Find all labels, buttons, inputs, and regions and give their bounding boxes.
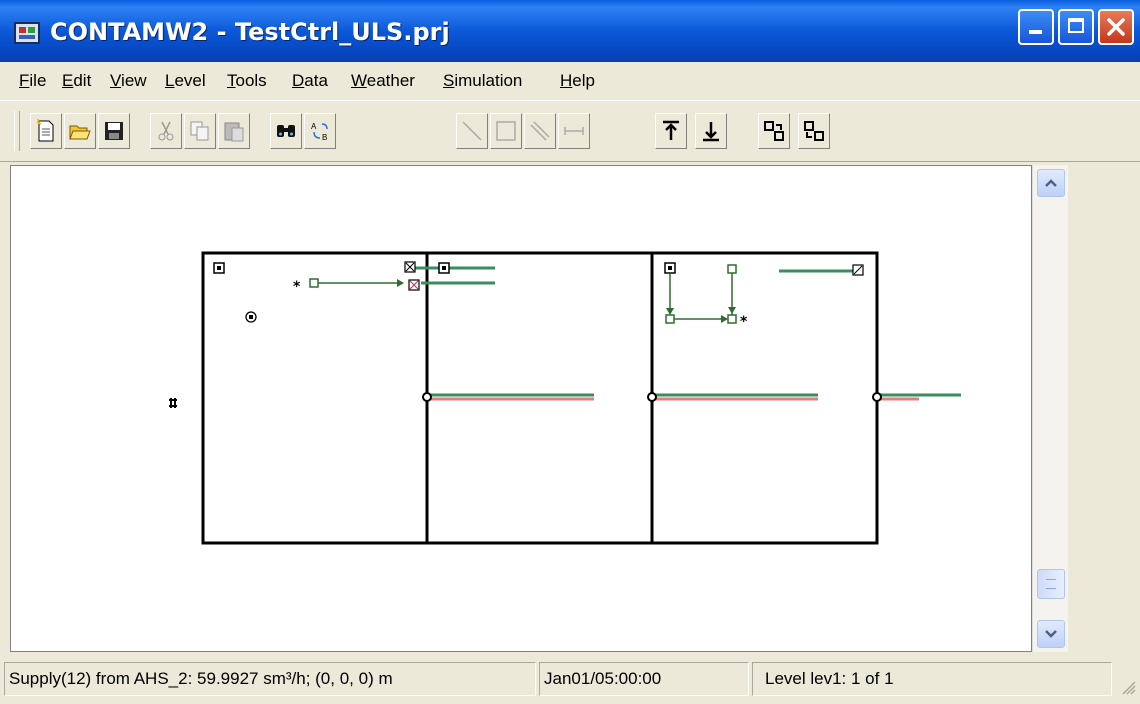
app-icon[interactable] xyxy=(14,22,40,44)
save-icon xyxy=(105,122,123,140)
move-button-b[interactable] xyxy=(798,113,830,149)
copy-icon xyxy=(190,121,209,141)
toolbar-grip[interactable] xyxy=(14,111,20,151)
zone-icon xyxy=(664,262,676,274)
menu-data[interactable]: Data xyxy=(292,71,328,91)
close-icon xyxy=(1107,18,1125,36)
draw-rectangle-button[interactable] xyxy=(490,113,522,149)
flow-path-icon xyxy=(422,392,432,402)
svg-text:B: B xyxy=(322,133,327,142)
level-down-button[interactable] xyxy=(695,113,727,149)
draw-dimension-button[interactable] xyxy=(558,113,590,149)
cut-button[interactable] xyxy=(150,113,182,149)
level-down-icon xyxy=(703,122,719,142)
menu-file-mnemonic: F xyxy=(19,71,30,90)
chevron-down-icon xyxy=(1045,630,1057,638)
maximize-icon xyxy=(1068,18,1084,33)
supply-terminal-icon xyxy=(404,261,416,273)
find-button[interactable] xyxy=(270,113,302,149)
new-button[interactable] xyxy=(30,113,62,149)
ahs-supply-lines xyxy=(415,266,961,397)
paste-button[interactable] xyxy=(218,113,250,149)
return-terminal-icon xyxy=(408,279,420,291)
menu-view[interactable]: View xyxy=(110,71,147,91)
control-network-zone3: * xyxy=(665,264,748,330)
level-up-icon xyxy=(663,120,679,140)
open-folder-icon xyxy=(69,125,91,140)
level-up-button[interactable] xyxy=(655,113,687,149)
ambient-marker-icon xyxy=(169,398,177,408)
menu-tools-mnemonic: T xyxy=(227,71,236,90)
status-message: Supply(12) from AHS_2: 59.9927 sm³/h; (0… xyxy=(4,662,536,696)
close-button[interactable] xyxy=(1098,9,1134,45)
scroll-up-button[interactable] xyxy=(1037,169,1065,197)
menu-tools[interactable]: Tools xyxy=(227,71,267,91)
flow-path-icon xyxy=(872,392,882,402)
flow-path-icon xyxy=(647,392,657,402)
menu-edit[interactable]: Edit xyxy=(62,71,91,91)
menu-edit-mnemonic: E xyxy=(62,71,74,90)
svg-text:*: * xyxy=(740,314,748,330)
menu-file[interactable]: File xyxy=(19,71,46,91)
zone-icon xyxy=(438,262,450,274)
menu-weather-mnemonic: W xyxy=(351,71,367,90)
save-button[interactable] xyxy=(98,113,130,149)
exhaust-terminal-icon xyxy=(852,264,864,276)
draw-rectangle-icon xyxy=(496,121,516,141)
menu-view-mnemonic: V xyxy=(110,71,122,90)
toolbar: AB xyxy=(0,100,1140,162)
status-time: Jan01/05:00:00 xyxy=(539,662,749,696)
svg-text:*: * xyxy=(293,279,301,295)
move-button-a[interactable] xyxy=(758,113,790,149)
draw-diagonal-button[interactable] xyxy=(524,113,556,149)
paste-icon xyxy=(224,122,244,142)
copy-button[interactable] xyxy=(184,113,216,149)
minimize-button[interactable] xyxy=(1018,9,1054,45)
contamw-window: CONTAMW2 - TestCtrl_ULS.prj File Edit Vi… xyxy=(0,0,1140,704)
control-network-zone1: * xyxy=(293,278,404,295)
cut-icon xyxy=(158,121,174,141)
menu-simulation[interactable]: Simulation xyxy=(443,71,522,91)
draw-dimension-icon xyxy=(564,127,584,135)
draw-line-icon xyxy=(462,121,482,141)
menu-level-mnemonic: L xyxy=(165,71,175,90)
menu-bar: File Edit View Level Tools Data Weather … xyxy=(0,62,1140,100)
minimize-icon xyxy=(1029,30,1042,34)
menu-weather[interactable]: Weather xyxy=(351,71,415,91)
menu-level[interactable]: Level xyxy=(165,71,206,91)
replace-button[interactable]: AB xyxy=(304,113,336,149)
draw-line-button[interactable] xyxy=(456,113,488,149)
building-diagram[interactable]: * * xyxy=(11,166,1031,651)
svg-text:A: A xyxy=(311,122,317,131)
window-title: CONTAMW2 - TestCtrl_ULS.prj xyxy=(50,18,450,46)
menu-help[interactable]: Help xyxy=(560,71,595,91)
find-icon xyxy=(277,125,295,137)
source-sink-icon xyxy=(245,311,257,323)
chevron-up-icon xyxy=(1045,179,1057,187)
move-icon-a xyxy=(764,121,784,141)
move-icon-b xyxy=(804,121,824,141)
title-bar[interactable]: CONTAMW2 - TestCtrl_ULS.prj xyxy=(0,0,1140,62)
replace-icon: AB xyxy=(311,122,328,142)
resize-grip-icon[interactable] xyxy=(1120,679,1136,695)
status-level: Level lev1: 1 of 1 xyxy=(752,662,1112,696)
sketchpad[interactable]: * * xyxy=(10,165,1032,652)
new-file-icon xyxy=(36,119,54,142)
vertical-scrollbar[interactable] xyxy=(1032,165,1068,652)
menu-data-mnemonic: D xyxy=(292,71,305,90)
status-bar: Supply(12) from AHS_2: 59.9927 sm³/h; (0… xyxy=(0,655,1140,704)
menu-simulation-mnemonic: S xyxy=(443,71,455,90)
scroll-down-button[interactable] xyxy=(1037,620,1065,648)
menu-help-mnemonic: H xyxy=(560,71,573,90)
maximize-button[interactable] xyxy=(1058,9,1094,45)
draw-diagonal-icon xyxy=(530,121,550,141)
open-button[interactable] xyxy=(64,113,96,149)
zone-icon xyxy=(213,262,225,274)
scroll-thumb[interactable] xyxy=(1037,569,1065,599)
